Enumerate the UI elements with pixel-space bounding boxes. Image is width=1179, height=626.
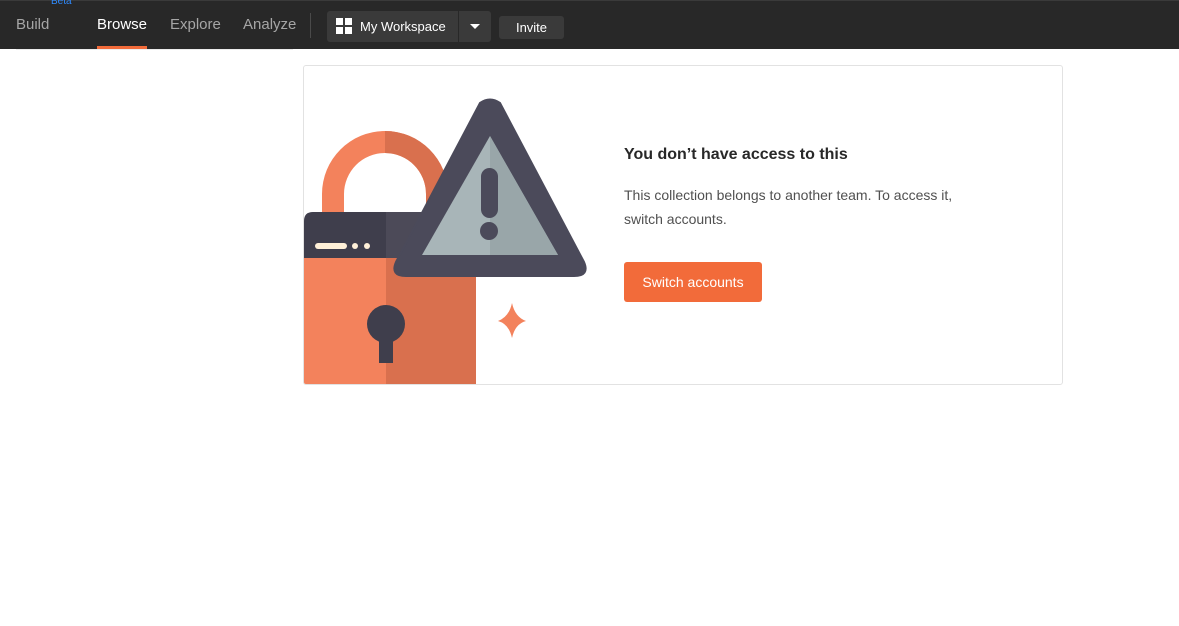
nav-divider — [310, 13, 311, 38]
chevron-down-icon[interactable] — [460, 11, 491, 42]
workspace-switcher[interactable]: My Workspace — [327, 11, 491, 42]
access-denied-card: You don’t have access to this This colle… — [303, 65, 1063, 385]
workspace-divider — [458, 11, 459, 42]
nav-item-browse[interactable]: Browse — [97, 1, 148, 49]
nav-item-analyze-label: Analyze — [243, 16, 297, 33]
access-title: You don’t have access to this — [624, 146, 848, 163]
grid-icon — [336, 18, 352, 34]
beta-badge: Beta — [51, 0, 72, 7]
nav-item-build[interactable]: Build Beta — [16, 0, 72, 49]
nav-item-browse-label: Browse — [97, 16, 148, 33]
top-navigation-bar: Build Beta Browse Explore Analyze My Wor… — [0, 0, 1179, 49]
nav-item-explore[interactable]: Explore — [170, 1, 221, 49]
sidebar-divider — [16, 49, 293, 50]
nav-item-analyze[interactable]: Analyze — [243, 1, 296, 49]
access-description: This collection belongs to another team.… — [624, 187, 953, 227]
sparkle-icon — [498, 303, 526, 338]
nav-item-explore-label: Explore — [170, 16, 221, 33]
switch-accounts-button[interactable]: Switch accounts — [624, 262, 762, 302]
workspace-label: My Workspace — [360, 19, 446, 34]
invite-button[interactable]: Invite — [499, 16, 564, 39]
warning-icon — [393, 98, 587, 277]
access-denied-illustration — [304, 98, 587, 384]
nav-item-build-label: Build — [16, 16, 50, 33]
